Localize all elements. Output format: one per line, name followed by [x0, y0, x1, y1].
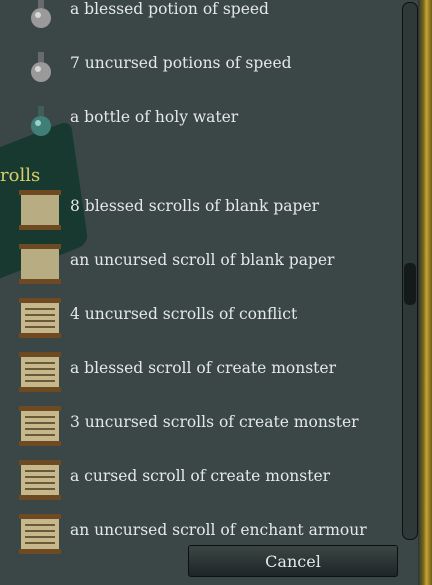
scroll-written-icon — [19, 514, 61, 554]
item-label: an uncursed scroll of blank paper — [70, 251, 335, 269]
item-label: 3 uncursed scrolls of create monster — [70, 413, 359, 431]
item-row[interactable]: 4 uncursed scrolls of conflict — [0, 291, 395, 345]
scroll-blank-icon — [19, 244, 61, 284]
item-row[interactable]: 3 uncursed scrolls of create monster — [0, 399, 395, 453]
cancel-button[interactable]: Cancel — [188, 545, 398, 577]
item-label: a blessed scroll of create monster — [70, 359, 336, 377]
item-row[interactable]: 8 blessed scrolls of blank paper — [0, 183, 395, 237]
potion-icon — [31, 0, 51, 28]
scroll-written-icon — [19, 460, 61, 500]
scrollbar-thumb[interactable] — [404, 263, 416, 305]
item-row[interactable]: a bottle of holy water — [0, 94, 395, 148]
item-label: 8 blessed scrolls of blank paper — [70, 197, 320, 215]
scroll-written-icon — [19, 298, 61, 338]
scroll-written-icon — [19, 406, 61, 446]
scrollbar[interactable] — [402, 2, 418, 540]
scroll-blank-icon — [19, 190, 61, 230]
item-row[interactable]: an uncursed scroll of blank paper — [0, 237, 395, 291]
item-label: 7 uncursed potions of speed — [70, 54, 292, 72]
item-row[interactable]: a cursed scroll of create monster — [0, 453, 395, 507]
holy-water-icon — [31, 106, 51, 136]
potion-icon — [31, 52, 51, 82]
item-label: a cursed scroll of create monster — [70, 467, 331, 485]
item-row[interactable]: 7 uncursed potions of speed — [0, 40, 395, 94]
item-label: 4 uncursed scrolls of conflict — [70, 305, 298, 323]
item-row[interactable]: a blessed potion of speed — [0, 0, 395, 40]
scroll-written-icon — [19, 352, 61, 392]
item-label: a blessed potion of speed — [70, 0, 269, 18]
inventory-panel: rolls a blessed potion of speed 7 uncurs… — [0, 0, 432, 585]
item-row[interactable]: a blessed scroll of create monster — [0, 345, 395, 399]
item-label: a bottle of holy water — [70, 108, 239, 126]
item-label: an uncursed scroll of enchant armour — [70, 521, 367, 539]
panel-border — [418, 0, 432, 585]
